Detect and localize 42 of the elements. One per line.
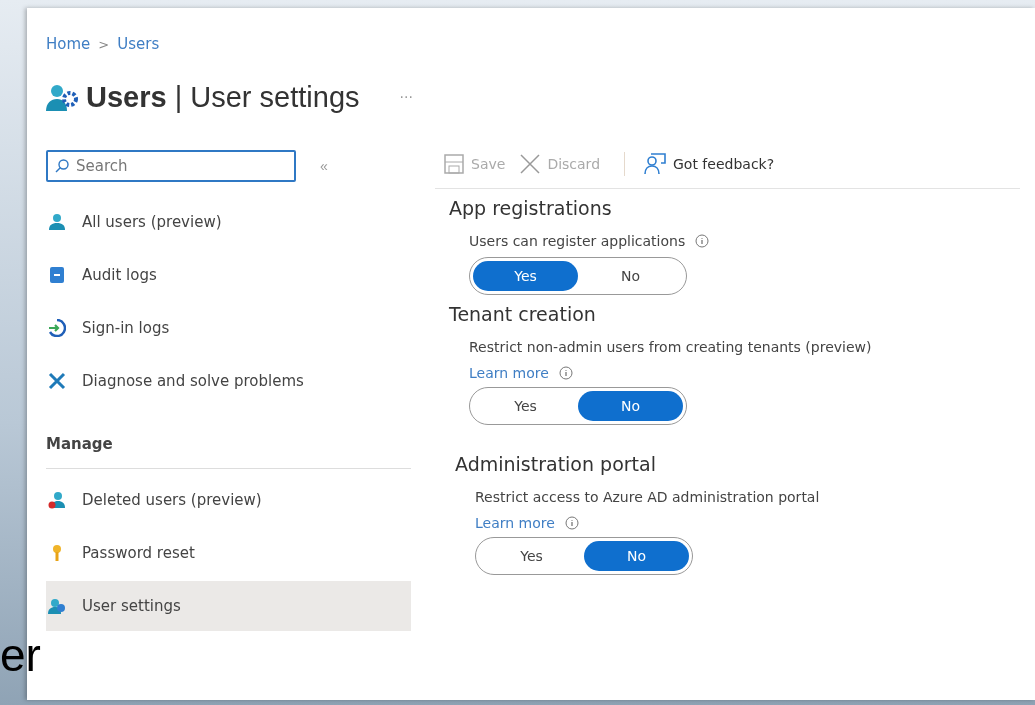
toggle-option[interactable]: No: [584, 541, 689, 571]
nav-item[interactable]: Audit logs: [46, 250, 411, 300]
learn-more-link[interactable]: Learn more: [469, 365, 549, 381]
search-icon: [55, 159, 69, 173]
setting-description: Users can register applications: [469, 233, 686, 249]
toggle-option[interactable]: No: [578, 391, 683, 421]
breadcrumb-link[interactable]: Users: [117, 35, 160, 53]
setting-heading: Tenant creation: [449, 303, 597, 327]
user-settings-icon: [46, 82, 78, 112]
learn-more-link[interactable]: Learn more: [475, 515, 555, 531]
breadcrumb-separator: >: [98, 36, 110, 52]
info-icon: [695, 234, 710, 248]
log-icon: [48, 266, 66, 284]
nav-item[interactable]: All users (preview): [46, 197, 411, 247]
setting-description: Restrict non-admin users from creating tenants (preview): [469, 339, 872, 355]
toggle-option[interactable]: Yes: [479, 541, 584, 571]
page-title: Users | User settings: [86, 80, 360, 114]
info-icon: [564, 516, 579, 530]
nav-item[interactable]: Deleted users (preview): [46, 475, 411, 525]
setting-heading: Administration portal: [455, 453, 657, 477]
deleted-user-icon: [48, 491, 66, 509]
info-icon: [558, 366, 573, 380]
nav-item[interactable]: Password reset: [46, 528, 411, 578]
tools-icon: [48, 372, 66, 390]
toggle-option[interactable]: Yes: [473, 261, 578, 291]
user-icon: [48, 213, 66, 231]
nav-item[interactable]: Sign-in logs: [46, 303, 411, 353]
user-settings-icon: [48, 597, 66, 615]
setting-description: Restrict access to Azure AD administration portal: [475, 489, 820, 505]
close-icon: [519, 153, 542, 175]
nav-item[interactable]: Diagnose and solve problems: [46, 356, 411, 406]
toggle-option[interactable]: Yes: [473, 391, 578, 421]
breadcrumb-link[interactable]: Home: [46, 35, 91, 53]
setting-heading: App registrations: [449, 197, 613, 221]
sign-in-icon: [48, 319, 66, 337]
toolbar-button[interactable]: Got feedback?: [643, 152, 783, 176]
feedback-icon: [643, 152, 667, 176]
nav-item[interactable]: User settings: [46, 581, 411, 631]
search-field[interactable]: Search: [46, 150, 296, 182]
save-icon: [443, 153, 465, 175]
toggle-option[interactable]: No: [578, 261, 683, 291]
section-heading: Manage: [46, 428, 411, 469]
